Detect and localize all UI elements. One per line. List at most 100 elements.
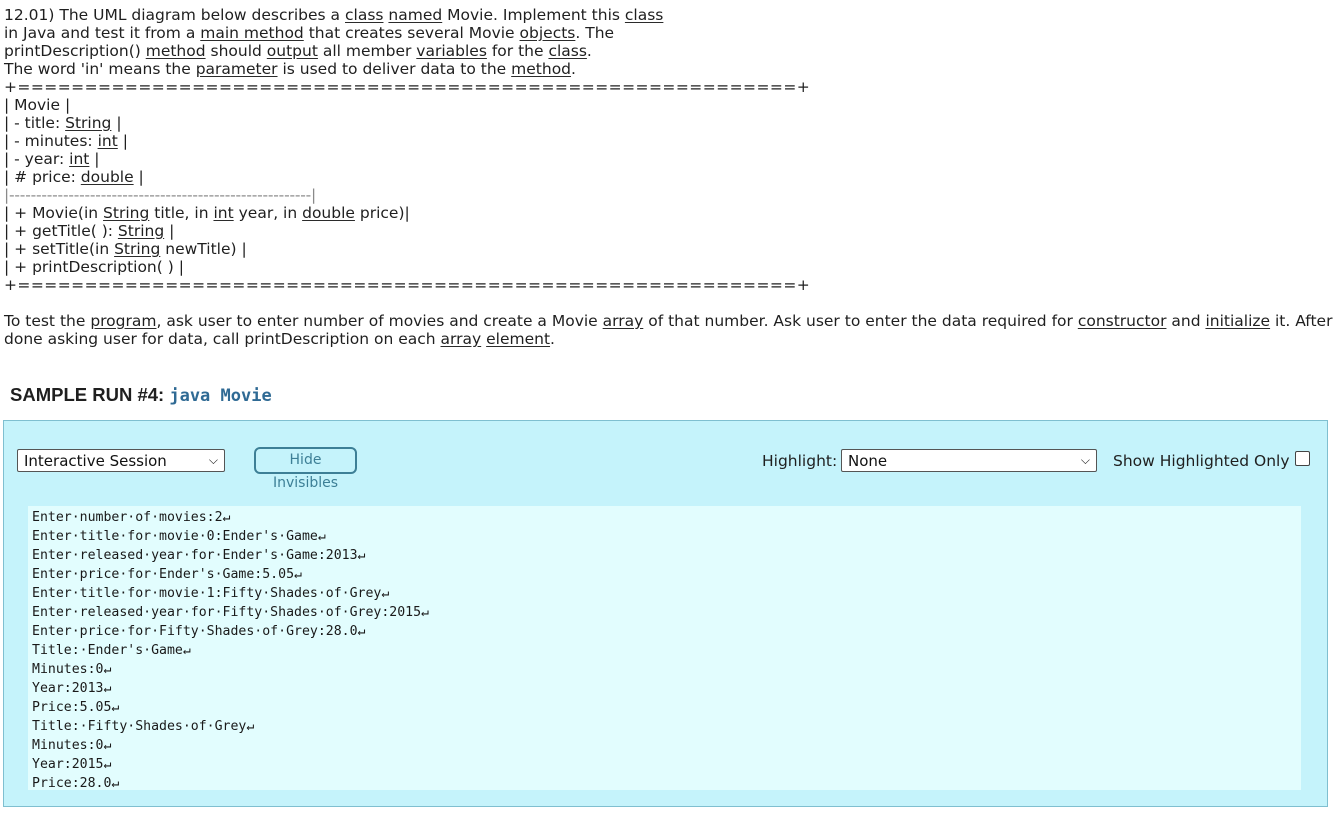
text-segment: | <box>111 114 122 132</box>
keyword-link[interactable]: int <box>69 150 89 168</box>
text-segment: . <box>550 330 555 348</box>
text-segment: | <box>133 168 144 186</box>
text-segment: price)| <box>354 204 410 222</box>
text-segment: | + Movie(in <box>4 204 104 222</box>
text-segment: is used to deliver data to the <box>277 60 512 78</box>
output-line: Year:2013↵ <box>32 681 112 696</box>
text-segment: | <box>164 222 175 240</box>
text-segment: | - year: <box>4 150 70 168</box>
show-highlighted-label: Show Highlighted Only <box>1113 452 1290 470</box>
sample-run-command: java Movie <box>169 386 272 406</box>
text-segment: in Java and test it from a <box>4 24 201 42</box>
text-segment: . <box>586 42 592 60</box>
text-segment: title, in <box>149 204 214 222</box>
keyword-link[interactable]: String <box>65 114 111 132</box>
intro-line: in Java and test it from a main method t… <box>4 24 1334 42</box>
text-segment: | <box>117 132 128 150</box>
text-segment: To test the <box>4 312 91 330</box>
text-segment: | - title: <box>4 114 66 132</box>
keyword-link[interactable]: constructor <box>1078 312 1167 330</box>
output-line: Price:28.0↵ <box>32 776 120 791</box>
keyword-link[interactable]: class <box>625 6 663 24</box>
output-line: Enter·number·of·movies:2↵ <box>32 510 231 525</box>
output-line: Year:2015↵ <box>32 757 112 772</box>
keyword-link[interactable]: String <box>103 204 149 222</box>
text-segment: printDescription() <box>4 42 146 60</box>
text-segment: , ask user to enter number of movies and… <box>156 312 603 330</box>
text-segment: . The <box>575 24 615 42</box>
highlight-select[interactable]: None ⌵ <box>841 449 1097 472</box>
output-line: Enter·price·for·Ender's·Game:5.05↵ <box>32 567 302 582</box>
program-output: Enter·number·of·movies:2↵ Enter·title·for… <box>28 506 1301 791</box>
keyword-link[interactable]: method <box>146 42 206 60</box>
keyword-link[interactable]: class <box>345 6 383 24</box>
intro-line: 12.01) The UML diagram below describes a… <box>4 6 1334 24</box>
text-segment: The word 'in' means the <box>4 60 196 78</box>
keyword-link[interactable]: array <box>441 330 482 348</box>
keyword-link[interactable]: int <box>98 132 118 150</box>
show-highlighted-checkbox[interactable] <box>1295 451 1310 466</box>
uml-fields: | Movie | | - title: String | | - minutes:… <box>4 96 1334 186</box>
keyword-link[interactable]: initialize <box>1205 312 1270 330</box>
chevron-down-icon: ⌵ <box>208 453 218 467</box>
keyword-link[interactable]: element <box>486 330 550 348</box>
uml-field-line: | - year: int | <box>4 150 1334 168</box>
keyword-link[interactable]: variables <box>416 42 487 60</box>
keyword-link[interactable]: program <box>90 312 156 330</box>
keyword-link[interactable]: class <box>548 42 586 60</box>
problem-intro: 12.01) The UML diagram below describes a… <box>4 6 1334 78</box>
output-line: Enter·released·year·for·Ender's·Game:201… <box>32 548 366 563</box>
uml-method-line: | + Movie(in String title, in int year, … <box>4 204 1334 222</box>
text-segment: Movie. Implement this <box>442 6 625 24</box>
text-segment: 12.01) The UML diagram below describes a <box>4 6 345 24</box>
output-line: Title:·Ender's·Game↵ <box>32 643 191 658</box>
highlight-label: Highlight: <box>762 452 838 470</box>
text-segment: and <box>1166 312 1206 330</box>
keyword-link[interactable]: double <box>81 168 134 186</box>
text-segment: | Movie | <box>4 96 71 114</box>
text-segment: of that number. Ask user to enter the da… <box>643 312 1078 330</box>
uml-method-line: | + setTitle(in String newTitle) | <box>4 240 1334 258</box>
intro-line: printDescription() method should output … <box>4 42 1334 60</box>
uml-field-line: | - title: String | <box>4 114 1334 132</box>
session-select[interactable]: Interactive Session ⌵ <box>17 449 225 472</box>
uml-divider: |---------------------------------------… <box>4 186 317 204</box>
keyword-link[interactable]: named <box>388 6 442 24</box>
uml-bottom-border: +=======================================… <box>4 276 811 294</box>
keyword-link[interactable]: parameter <box>196 60 278 78</box>
sample-run-heading: SAMPLE RUN #4: java Movie <box>10 384 272 406</box>
keyword-link[interactable]: String <box>114 240 160 258</box>
keyword-link[interactable]: double <box>302 204 355 222</box>
sample-run-panel: Interactive Session ⌵ Hide Invisibles Hi… <box>3 420 1328 807</box>
text-segment: | + setTitle(in <box>4 240 115 258</box>
output-line: Enter·released·year·for·Fifty·Shades·of·… <box>32 605 429 620</box>
uml-field-line: | Movie | <box>4 96 1334 114</box>
output-line: Enter·title·for·movie·1:Fifty·Shades·of·… <box>32 586 390 601</box>
text-segment: | <box>89 150 100 168</box>
uml-method-line: | + printDescription( ) | <box>4 258 1334 276</box>
keyword-link[interactable]: array <box>603 312 644 330</box>
chevron-down-icon: ⌵ <box>1080 453 1090 467</box>
keyword-link[interactable]: main method <box>200 24 304 42</box>
hide-invisibles-button[interactable]: Hide Invisibles <box>254 447 357 491</box>
output-line: Enter·price·for·Fifty·Shades·of·Grey:28.… <box>32 624 366 639</box>
keyword-link[interactable]: int <box>213 204 233 222</box>
output-line: Enter·title·for·movie·0:Ender's·Game↵ <box>32 529 326 544</box>
keyword-link[interactable]: objects <box>520 24 576 42</box>
keyword-link[interactable]: method <box>511 60 571 78</box>
uml-field-line: | # price: double | <box>4 168 1334 186</box>
uml-top-border: +=======================================… <box>4 78 811 96</box>
keyword-link[interactable]: output <box>267 42 318 60</box>
text-segment: | + printDescription( ) | <box>4 258 184 276</box>
output-line: Title:·Fifty·Shades·of·Grey↵ <box>32 719 255 734</box>
session-select-value: Interactive Session <box>24 452 167 470</box>
text-segment: . <box>571 60 576 78</box>
text-segment: | + getTitle( ): <box>4 222 118 240</box>
test-instructions: To test the program, ask user to enter n… <box>4 312 1334 348</box>
problem-statement: 12.01) The UML diagram below describes a… <box>4 6 1334 294</box>
text-segment: | # price: <box>4 168 81 186</box>
text-segment: that creates several Movie <box>303 24 520 42</box>
text-segment: all member <box>317 42 417 60</box>
keyword-link[interactable]: String <box>118 222 164 240</box>
uml-method-line: | + getTitle( ): String | <box>4 222 1334 240</box>
